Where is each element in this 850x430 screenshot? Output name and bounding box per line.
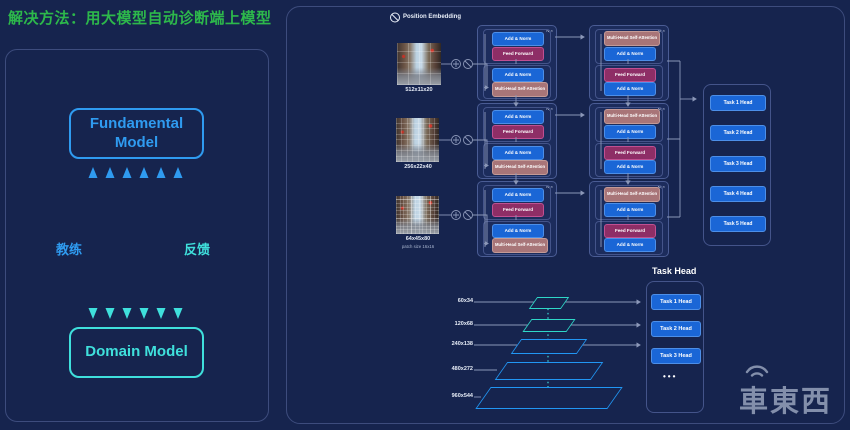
bottom-task-head-column: Task 1 Head Task 2 Head Task 3 Head ••• [646,281,704,413]
domain-model-label: Domain Model [85,343,188,362]
task-head-section-title: Task Head [652,266,696,276]
feed-forward-box: Feed Forward [492,203,544,217]
input-image-3 [396,196,439,234]
add-norm-box: Add & Norm [492,224,544,238]
bottom-task-head-3: Task 3 Head [651,348,701,364]
add-norm-box: Add & Norm [492,68,544,82]
pyramid-size-label-5: 960x544 [428,393,473,399]
task-head-column: Task 1 Head Task 2 Head Task 3 Head Task… [703,84,771,246]
feedback-label: 反馈 [184,239,210,258]
domain-model-box: Domain Model [69,327,204,378]
feature-map-4 [495,362,604,380]
input-size-label-3: 64x45x80 [388,236,448,242]
feed-forward-box: Feed Forward [492,47,544,61]
pyramid-size-label-2: 120x68 [428,321,473,327]
feature-map-2 [522,319,575,332]
watermark-logo: 車東西 [739,378,832,420]
add-norm-box: Add & Norm [492,110,544,124]
add-norm-box: Add & Norm [604,160,656,174]
feature-map-3 [511,339,588,354]
bottom-task-head-2: Task 2 Head [651,321,701,337]
feature-map-5 [475,387,622,409]
page-title: 解决方法：用大模型自动诊断端上模型 [8,7,272,28]
encoder-block-row1-right: M₁× Multi-Head Self-Attention Add & Norm… [589,25,669,101]
add-norm-box: Add & Norm [604,47,656,61]
pyramid-size-label-4: 480x272 [428,366,473,372]
encoder-block-row2-left: N₂× Add & Norm Feed Forward Add & Norm M… [477,103,557,179]
encoder-block-row3-right: M₃× Multi-Head Self-Attention Add & Norm… [589,181,669,257]
feed-forward-box: Feed Forward [604,224,656,238]
self-attention-box: Multi-Head Self-Attention [604,31,660,46]
pyramid-size-label-1: 60x34 [428,298,473,304]
slide: 解决方法：用大模型自动诊断端上模型 Fundamental Model Doma… [0,0,850,430]
feed-forward-box: Feed Forward [604,146,656,160]
add-norm-box: Add & Norm [604,82,656,96]
task-head-5: Task 5 Head [710,216,766,232]
self-attention-box: Multi-Head Self-Attention [604,109,660,124]
add-norm-box: Add & Norm [604,125,656,139]
task-head-3: Task 3 Head [710,156,766,172]
input-size-label-1: 512x11x20 [389,87,449,93]
coach-label: 教练 [56,239,82,258]
add-norm-box: Add & Norm [492,146,544,160]
task-head-1: Task 1 Head [710,95,766,111]
self-attention-box: Multi-Head Self-Attention [492,160,548,175]
add-norm-box: Add & Norm [492,188,544,202]
input-image-1 [397,43,441,85]
task-head-2: Task 2 Head [710,125,766,141]
feed-forward-box: Feed Forward [604,68,656,82]
more-task-heads-ellipsis: ••• [663,372,677,381]
patch-size-note: patch size 16x16 [388,244,448,249]
position-embedding-label: Position Embedding [403,14,461,20]
input-image-2 [396,118,439,162]
bottom-task-head-1: Task 1 Head [651,294,701,310]
encoder-block-row1-left: N₁× Add & Norm Feed Forward Add & Norm M… [477,25,557,101]
watermark-wifi-icon [742,360,782,378]
fundamental-model-box: Fundamental Model [69,108,204,159]
pyramid-size-label-3: 240x138 [428,341,473,347]
fundamental-model-label: Fundamental Model [71,115,202,153]
input-size-label-2: 256x22x40 [388,164,448,170]
add-norm-box: Add & Norm [604,203,656,217]
add-norm-box: Add & Norm [604,238,656,252]
feed-forward-box: Feed Forward [492,125,544,139]
task-head-4: Task 4 Head [710,186,766,202]
encoder-block-row3-left: N₃× Add & Norm Feed Forward Add & Norm M… [477,181,557,257]
self-attention-box: Multi-Head Self-Attention [604,187,660,202]
encoder-block-row2-right: M₂× Multi-Head Self-Attention Add & Norm… [589,103,669,179]
add-norm-box: Add & Norm [492,32,544,46]
self-attention-box: Multi-Head Self-Attention [492,82,548,97]
self-attention-box: Multi-Head Self-Attention [492,238,548,253]
